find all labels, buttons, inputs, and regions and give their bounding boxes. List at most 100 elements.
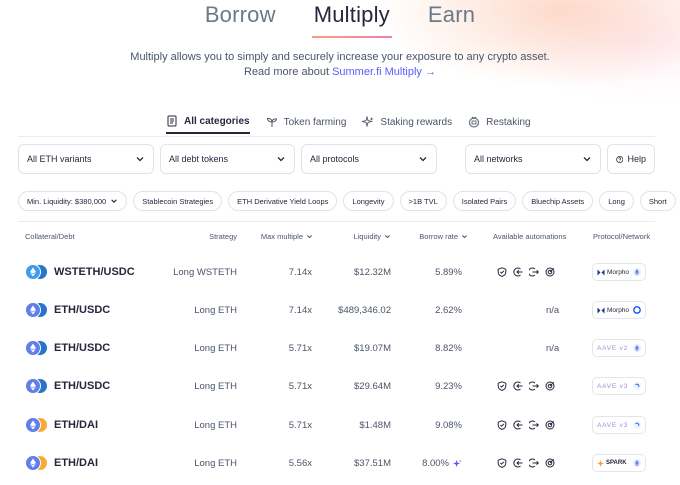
ethereum-network-icon: [633, 459, 641, 467]
collateral-token-icon: [25, 455, 41, 471]
protocol-badge[interactable]: SPARK: [592, 454, 646, 472]
borrow-rate-value: 9.08%: [435, 419, 462, 431]
take-profit-icon[interactable]: [529, 381, 539, 391]
chip-1b-tvl[interactable]: >1B TVL: [399, 191, 447, 211]
chip-eth-derivative-yield-loops[interactable]: ETH Derivative Yield Loops: [228, 191, 338, 211]
protocol-name: SPARK: [597, 459, 627, 467]
liquidity-cell: $29.64M: [354, 380, 391, 392]
sparkles-icon: [362, 116, 374, 128]
eth-variants-dropdown[interactable]: All ETH variants: [18, 144, 154, 174]
target-icon[interactable]: [545, 420, 555, 430]
token-pair-icons: [25, 340, 48, 356]
eth-variants-value: All ETH variants: [27, 154, 92, 164]
pair-cell: ETH/USDC: [25, 291, 110, 329]
shield-icon[interactable]: [497, 381, 507, 391]
chip-long[interactable]: Long: [599, 191, 634, 211]
tab-all-categories[interactable]: All categories: [166, 112, 250, 134]
tab-multiply[interactable]: Multiply: [311, 2, 393, 38]
pair-cell: ETH/USDC: [25, 367, 110, 405]
chip-short[interactable]: Short: [639, 191, 676, 211]
tab-earn[interactable]: Earn: [426, 2, 477, 32]
tab-restaking-label: Restaking: [486, 116, 531, 128]
strategy-cell: Long ETH: [194, 304, 237, 316]
chevron-down-icon: [111, 199, 118, 203]
stop-loss-icon[interactable]: [513, 381, 523, 391]
header-protocol-network[interactable]: Protocol/Network: [593, 232, 650, 241]
shield-icon[interactable]: [497, 267, 507, 277]
header-available-automations[interactable]: Available automations: [493, 232, 566, 241]
table-row[interactable]: ETH/DAI Long ETH 5.56x $37.51M 8.00% SPARK: [0, 444, 680, 482]
optimism-network-icon: [633, 382, 641, 390]
target-icon[interactable]: [545, 381, 555, 391]
stop-loss-icon[interactable]: [513, 267, 523, 277]
target-icon[interactable]: [545, 267, 555, 277]
ethereum-network-icon: [633, 344, 641, 352]
protocol-badge[interactable]: Morpho: [592, 263, 646, 281]
chip-bluechip-assets[interactable]: Bluechip Assets: [522, 191, 594, 211]
borrow-rate-cell: 2.62%: [435, 291, 462, 329]
collateral-token-icon: [25, 378, 41, 394]
table-row[interactable]: ETH/DAI Long ETH 5.71x $1.48M 9.08% AAVE v3: [0, 406, 680, 444]
borrow-rate-cell: 9.08%: [435, 406, 462, 444]
protocol-badge[interactable]: Morpho: [592, 301, 646, 319]
target-icon[interactable]: [545, 458, 555, 468]
help-button[interactable]: Help: [607, 144, 655, 174]
stop-loss-icon[interactable]: [513, 420, 523, 430]
max-multiple-cell: 7.14x: [288, 304, 312, 316]
header-max-multiple[interactable]: Max multiple: [261, 232, 313, 241]
summer-fi-multiply-link[interactable]: Summer.fi Multiply →: [332, 66, 436, 78]
morpho-logo-icon: [597, 269, 605, 275]
chip-stablecoin-strategies[interactable]: Stablecoin Strategies: [133, 191, 223, 211]
token-pair-icons: [25, 264, 48, 280]
tab-token-farming[interactable]: Token farming: [266, 112, 346, 134]
product-tabs: Borrow Multiply Earn: [0, 2, 680, 38]
tab-staking-rewards[interactable]: Staking rewards: [362, 112, 452, 134]
pair-cell: WSTETH/USDC: [25, 253, 135, 291]
shield-icon[interactable]: [497, 420, 507, 430]
header-liquidity[interactable]: Liquidity: [353, 232, 391, 241]
token-pair-icons: [25, 417, 48, 433]
table-row[interactable]: ETH/USDC Long ETH 7.14x $489,346.02 2.62% n/a…: [0, 291, 680, 329]
tab-restaking[interactable]: Restaking: [468, 112, 531, 134]
header-borrow-rate-label: Borrow rate: [419, 232, 458, 241]
chip-isolated-pairs[interactable]: Isolated Pairs: [452, 191, 517, 211]
protocol-badge[interactable]: AAVE v3: [592, 377, 646, 395]
header-collateral-debt[interactable]: Collateral/Debt: [25, 232, 75, 241]
chip-min-liquidity[interactable]: Min. Liquidity: $380,000: [18, 191, 128, 211]
strategy-cell: Long ETH: [194, 342, 237, 354]
take-profit-icon[interactable]: [529, 420, 539, 430]
borrow-rate-value: 8.00%: [422, 457, 449, 469]
sparkles-icon[interactable]: [453, 458, 462, 468]
liquidity-cell: $12.32M: [354, 266, 391, 278]
protocol-label: SPARK: [606, 460, 627, 466]
pair-name: ETH/USDC: [54, 342, 111, 354]
take-profit-icon[interactable]: [529, 458, 539, 468]
token-pair-icons: [25, 378, 48, 394]
collateral-token-icon: [25, 302, 41, 318]
header-borrow-rate[interactable]: Borrow rate: [419, 232, 468, 241]
networks-dropdown[interactable]: All networks: [465, 144, 601, 174]
shield-icon[interactable]: [497, 458, 507, 468]
liquidity-cell: $19.07M: [354, 342, 391, 354]
max-multiple-cell: 5.56x: [288, 457, 312, 469]
protocol-badge[interactable]: AAVE v2: [592, 339, 646, 357]
pair-name: ETH/DAI: [54, 457, 98, 469]
header-strategy[interactable]: Strategy: [209, 232, 237, 241]
pair-cell: ETH/DAI: [25, 406, 98, 444]
borrow-rate-value: 8.82%: [435, 342, 462, 354]
protocols-dropdown[interactable]: All protocols: [301, 144, 437, 174]
stop-loss-icon[interactable]: [513, 458, 523, 468]
tab-staking-rewards-label: Staking rewards: [380, 116, 453, 128]
chip-longevity[interactable]: Longevity: [343, 191, 394, 211]
take-profit-icon[interactable]: [529, 267, 539, 277]
debt-tokens-dropdown[interactable]: All debt tokens: [160, 144, 295, 174]
table-row[interactable]: WSTETH/USDC Long WSTETH 7.14x $12.32M 5.89% M…: [0, 253, 680, 291]
tab-borrow[interactable]: Borrow: [203, 2, 278, 32]
borrow-rate-cell: 8.82%: [435, 329, 462, 367]
spark-logo-icon: [597, 459, 604, 467]
table-row[interactable]: ETH/USDC Long ETH 5.71x $29.64M 9.23% AAVE v3: [0, 367, 680, 405]
protocol-label: Morpho: [607, 306, 630, 314]
table-row[interactable]: ETH/USDC Long ETH 5.71x $19.07M 8.82% n/a AAVE…: [0, 329, 680, 367]
protocol-badge[interactable]: AAVE v3: [592, 416, 646, 434]
collateral-token-icon: [25, 417, 41, 433]
